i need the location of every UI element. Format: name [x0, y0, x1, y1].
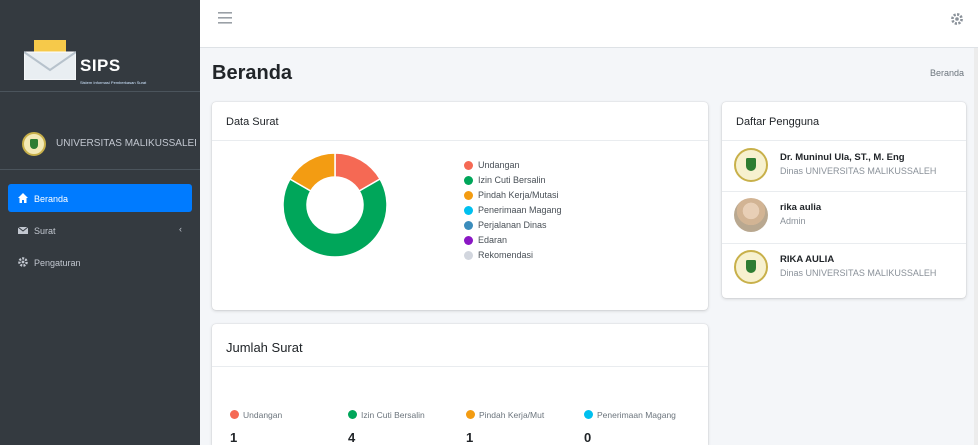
- institution-name: UNIVERSITAS MALIKUSSALEH: [56, 138, 196, 149]
- stat-value: 1: [466, 430, 474, 445]
- card-title: Data Surat: [226, 116, 279, 128]
- legend-label: Undangan: [478, 160, 520, 170]
- brand-name: SIPS: [80, 56, 121, 75]
- divider: [722, 243, 966, 244]
- topbar: [200, 0, 978, 48]
- user-name: RIKA AULIA: [780, 254, 835, 265]
- stat-label: Pindah Kerja/Mut: [466, 410, 544, 420]
- legend-item[interactable]: Rekomendasi: [464, 250, 562, 265]
- gear-icon: [18, 257, 28, 267]
- sidebar-item-surat[interactable]: Surat ‹: [8, 216, 192, 244]
- scrollbar[interactable]: [974, 48, 978, 445]
- chevron-left-icon: ‹: [179, 224, 182, 234]
- sidebar: SIPS Sistem Informasi Pemberkasan Surat …: [0, 0, 200, 445]
- donut-chart[interactable]: [280, 150, 390, 260]
- stat-label-text: Pindah Kerja/Mut: [479, 410, 545, 420]
- university-logo-icon: [22, 132, 46, 156]
- legend-item[interactable]: Edaran: [464, 235, 562, 250]
- stat-swatch: [348, 410, 357, 419]
- legend-swatch: [464, 236, 473, 245]
- donut-slice-izin-cuti-bersalin[interactable]: [282, 177, 388, 258]
- legend-swatch: [464, 206, 473, 215]
- envelope-logo-icon: [24, 40, 76, 80]
- user-role: Dinas UNIVERSITAS MALIKUSSALEH: [780, 268, 937, 278]
- user-item[interactable]: rika aulia Admin: [734, 194, 958, 240]
- stat-undangan: Undangan 1: [230, 410, 282, 445]
- legend-label: Rekomendasi: [478, 250, 534, 260]
- card-title: Daftar Pengguna: [736, 116, 820, 128]
- envelope-icon: [18, 226, 28, 234]
- divider: [722, 140, 966, 141]
- legend-label: Pindah Kerja/Mutasi: [478, 190, 559, 200]
- avatar: [734, 250, 768, 284]
- divider: [722, 191, 966, 192]
- divider: [212, 366, 708, 367]
- card-title: Jumlah Surat: [226, 340, 303, 355]
- jumlah-surat-card: Jumlah Surat Undangan 1 Izin Cuti Bersal…: [212, 324, 708, 445]
- legend-swatch: [464, 191, 473, 200]
- user-item[interactable]: RIKA AULIA Dinas UNIVERSITAS MALIKUSSALE…: [734, 246, 958, 292]
- stat-swatch: [230, 410, 239, 419]
- sidebar-item-label: Beranda: [34, 194, 69, 204]
- legend-swatch: [464, 176, 473, 185]
- legend-swatch: [464, 161, 473, 170]
- data-surat-card: Data Surat Undangan Izin Cuti Bersalin P…: [212, 102, 708, 310]
- stat-value: 1: [230, 430, 238, 445]
- user-item[interactable]: Dr. Muninul Ula, ST., M. Eng Dinas UNIVE…: [734, 144, 958, 190]
- legend-swatch: [464, 221, 473, 230]
- stat-swatch: [584, 410, 593, 419]
- stat-label: Penerimaan Magang: [584, 410, 676, 420]
- legend-label: Edaran: [478, 235, 508, 245]
- sidebar-nav: Beranda Surat ‹ Pengaturan: [0, 184, 200, 280]
- stat-label-text: Undangan: [243, 410, 283, 420]
- stat-value: 4: [348, 430, 356, 445]
- breadcrumb[interactable]: Beranda: [930, 68, 964, 78]
- stat-label-text: Penerimaan Magang: [597, 410, 676, 420]
- legend-label: Perjalanan Dinas: [478, 220, 547, 230]
- institution-panel[interactable]: UNIVERSITAS MALIKUSSALEH: [0, 124, 200, 170]
- legend-swatch: [464, 251, 473, 260]
- user-role: Admin: [780, 216, 806, 226]
- stat-label: Undangan: [230, 410, 282, 420]
- stat-label: Izin Cuti Bersalin: [348, 410, 425, 420]
- stat-swatch: [466, 410, 475, 419]
- home-icon: [18, 193, 28, 203]
- sidebar-item-label: Surat: [34, 226, 56, 236]
- legend-item[interactable]: Izin Cuti Bersalin: [464, 175, 562, 190]
- daftar-pengguna-card: Daftar Pengguna Dr. Muninul Ula, ST., M.…: [722, 102, 966, 298]
- settings-gear-icon[interactable]: [950, 12, 964, 26]
- legend-label: Izin Cuti Bersalin: [478, 175, 546, 185]
- legend-item[interactable]: Perjalanan Dinas: [464, 220, 562, 235]
- stat-value: 0: [584, 430, 592, 445]
- sidebar-item-beranda[interactable]: Beranda: [8, 184, 192, 212]
- page-title: Beranda: [212, 62, 293, 84]
- divider: [212, 140, 708, 141]
- stat-izin-cuti: Izin Cuti Bersalin 4: [348, 410, 425, 445]
- avatar: [734, 198, 768, 232]
- stat-pindah-kerja: Pindah Kerja/Mut 1: [466, 410, 544, 445]
- legend-item[interactable]: Undangan: [464, 160, 562, 175]
- chart-legend: Undangan Izin Cuti Bersalin Pindah Kerja…: [464, 160, 562, 265]
- user-role: Dinas UNIVERSITAS MALIKUSSALEH: [780, 166, 937, 176]
- avatar: [734, 148, 768, 182]
- brand-subtitle: Sistem Informasi Pemberkasan Surat: [80, 80, 147, 85]
- legend-item[interactable]: Pindah Kerja/Mutasi: [464, 190, 562, 205]
- stat-label-text: Izin Cuti Bersalin: [361, 410, 425, 420]
- brand[interactable]: SIPS Sistem Informasi Pemberkasan Surat: [0, 0, 200, 92]
- sidebar-item-label: Pengaturan: [34, 258, 81, 268]
- user-name: Dr. Muninul Ula, ST., M. Eng: [780, 152, 905, 163]
- sidebar-item-pengaturan[interactable]: Pengaturan: [8, 248, 192, 276]
- menu-icon[interactable]: [218, 12, 232, 24]
- legend-item[interactable]: Penerimaan Magang: [464, 205, 562, 220]
- user-name: rika aulia: [780, 202, 822, 213]
- legend-label: Penerimaan Magang: [478, 205, 562, 215]
- stat-penerimaan-magang: Penerimaan Magang 0: [584, 410, 676, 445]
